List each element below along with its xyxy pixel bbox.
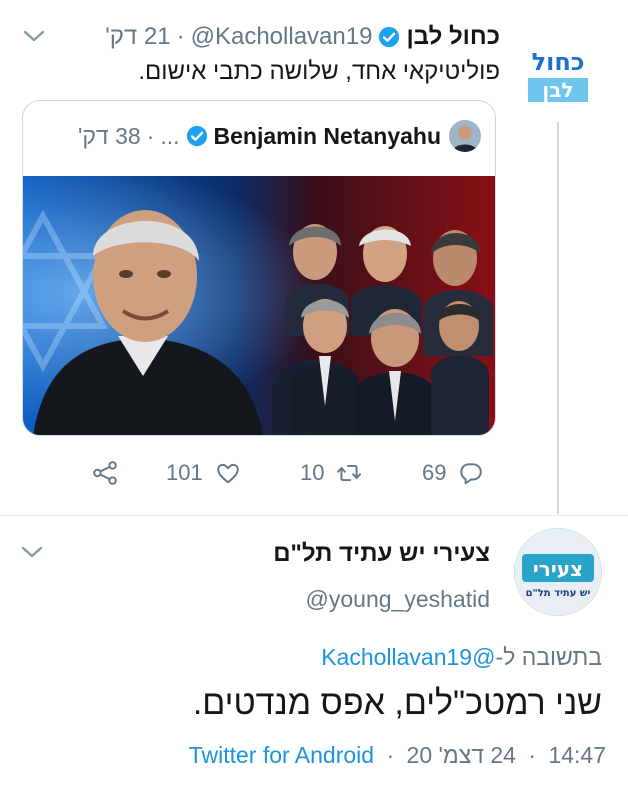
quoted-tweet-time: 38 דק' — [77, 122, 141, 149]
tweet-time: 14:47 — [548, 742, 606, 768]
separator-dot: · — [386, 742, 395, 768]
reply-button[interactable]: 69 — [422, 456, 484, 490]
kachollavan-avatar[interactable]: כחול לבן — [514, 28, 602, 116]
quoted-author-handle: ... — [160, 122, 180, 149]
reply-count: 69 — [422, 460, 447, 485]
young-yeshatid-avatar[interactable]: צעירי יש עתיד תל"ם — [514, 528, 602, 616]
author-handle[interactable]: @Kachollavan19 — [191, 23, 373, 51]
thread-line — [557, 122, 559, 514]
like-button[interactable]: 101 — [166, 456, 241, 490]
quoted-tweet-header: Benjamin Netanyahu ... · 38 דק' — [77, 120, 481, 152]
replying-to-link[interactable]: @Kachollavan19 — [321, 644, 495, 670]
verified-badge-icon — [379, 26, 400, 48]
quoted-author-name: Benjamin Netanyahu — [213, 122, 442, 149]
avatar-logo-bottom: יש עתיד תל"ם — [526, 588, 591, 599]
retweet-icon — [337, 464, 362, 482]
replying-prefix: בתשובה ל- — [495, 644, 602, 670]
tweet-meta: 14:47 · 24 דצמ' 20 · Twitter for Android — [189, 742, 606, 769]
tweet-source-link[interactable]: Twitter for Android — [189, 742, 374, 768]
avatar-logo-bottom: לבן — [542, 78, 573, 102]
author-name[interactable]: צעירי יש עתיד תל"ם — [273, 540, 490, 568]
replying-to: בתשובה ל-@Kachollavan19 — [321, 644, 602, 671]
chevron-down-icon[interactable] — [20, 542, 44, 562]
author-name[interactable]: כחול לבן — [406, 23, 500, 51]
separator-dot: · — [176, 23, 185, 50]
chevron-down-icon[interactable] — [22, 26, 46, 46]
tweet-divider — [0, 515, 628, 516]
tweet-date: 24 דצמ' 20 — [406, 742, 516, 768]
retweet-button[interactable]: 10 — [300, 456, 362, 490]
verified-badge-icon — [186, 125, 207, 147]
avatar-logo-top: כחול — [532, 48, 585, 76]
avatar-logo-top: צעירי — [533, 557, 583, 581]
tweet-header: כחול לבן @Kachollavan19 · 21 דק' — [105, 22, 500, 52]
share-button[interactable] — [92, 456, 118, 490]
like-icon — [216, 463, 239, 484]
tweet-text: שני רמטכ"לים, אפס מנדטים. — [192, 684, 602, 722]
tweet-kachollavan[interactable]: כחול לבן כחול לבן @Kachollavan19 · 21 דק… — [0, 0, 628, 515]
tweet-time[interactable]: 21 דק' — [105, 23, 170, 51]
separator-dot: · — [146, 122, 155, 149]
netanyahu-avatar — [449, 120, 481, 152]
author-handle[interactable]: @young_yeshatid — [306, 586, 490, 613]
tweet-actions: 101 10 69 — [88, 456, 500, 490]
quoted-tweet-image[interactable] — [23, 176, 496, 436]
retweet-count: 10 — [300, 460, 325, 485]
reply-icon — [460, 463, 483, 485]
share-icon — [93, 461, 117, 485]
tweet-text: פוליטיקאי אחד, שלושה כתבי אישום. — [138, 58, 500, 85]
like-count: 101 — [166, 460, 203, 485]
quoted-tweet[interactable]: Benjamin Netanyahu ... · 38 דק' — [22, 100, 496, 436]
separator-dot: · — [528, 742, 537, 768]
